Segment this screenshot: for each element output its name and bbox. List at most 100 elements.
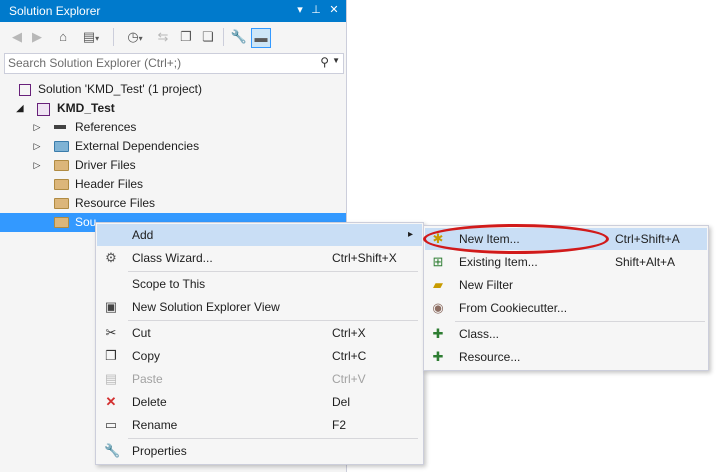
menu-item-label: Copy [132, 349, 161, 363]
menu-item-class[interactable]: ✚ Class... [425, 323, 707, 345]
menu-item-properties[interactable]: 🔧 Properties [97, 440, 422, 462]
menu-item-rename[interactable]: ▭ Rename F2 [97, 414, 422, 436]
references-icon [54, 125, 66, 129]
menu-item-shortcut: Ctrl+V [332, 372, 366, 386]
menu-item-new-filter[interactable]: ▰ New Filter [425, 274, 707, 296]
menu-item-label: Add [132, 228, 154, 242]
menu-item-label: Delete [132, 395, 167, 409]
menu-item-label: Class... [459, 327, 500, 341]
menu-item-paste[interactable]: ▤ Paste Ctrl+V [97, 368, 422, 390]
new-filter-icon: ▰ [433, 277, 443, 292]
delete-icon: ✕ [105, 394, 117, 409]
folder-icon [54, 217, 69, 228]
menu-item-new-solution-explorer-view[interactable]: ▣ New Solution Explorer View [97, 296, 422, 318]
tree-item-references[interactable]: ▷ References [0, 118, 346, 137]
menu-item-existing-item[interactable]: ⊞ Existing Item... Shift+Alt+A [425, 251, 707, 273]
menu-item-delete[interactable]: ✕ Delete Del [97, 391, 422, 413]
context-menu: Add ▸ ⚙ Class Wizard... Ctrl+Shift+X Sco… [95, 222, 424, 465]
folder-icon [54, 160, 69, 171]
history-icon[interactable]: ◷▾ [121, 28, 149, 46]
menu-item-label: Paste [132, 372, 163, 386]
preview-icon[interactable]: ▬ [251, 28, 271, 48]
folder-icon [54, 198, 69, 209]
existing-item-icon: ⊞ [432, 254, 444, 269]
class-icon: ✚ [432, 326, 444, 341]
menu-item-shortcut: F2 [332, 418, 347, 432]
menu-item-scope-to-this[interactable]: Scope to This [97, 273, 422, 295]
menu-item-label: New Solution Explorer View [132, 300, 280, 314]
properties-icon[interactable]: 🔧 [230, 28, 248, 46]
search-options-dropdown-icon[interactable]: ▼ [332, 56, 340, 65]
tree-label-driver-files: Driver Files [75, 158, 136, 172]
collapse-arrow-icon[interactable]: ▷ [32, 118, 42, 137]
menu-item-label: From Cookiecutter... [459, 301, 568, 315]
menu-item-label: Resource... [459, 350, 521, 364]
menu-item-shortcut: Ctrl+X [332, 326, 366, 340]
tree-label-references: References [75, 120, 137, 134]
folder-icon [54, 179, 69, 190]
tree-label-solution: Solution 'KMD_Test' (1 project) [38, 82, 202, 96]
menu-item-add[interactable]: Add ▸ [97, 224, 422, 246]
menu-item-label: Existing Item... [459, 255, 538, 269]
menu-item-shortcut: Del [332, 395, 351, 409]
menu-item-shortcut: Shift+Alt+A [615, 255, 676, 269]
collapse-arrow-icon[interactable]: ▷ [32, 137, 42, 156]
tree-item-solution[interactable]: Solution 'KMD_Test' (1 project) [0, 80, 346, 99]
menu-item-label: Rename [132, 418, 178, 432]
close-icon[interactable]: ✕ [327, 3, 341, 18]
panel-title: Solution Explorer [9, 4, 101, 18]
search-icon[interactable]: ⚲ [320, 55, 329, 69]
home-icon[interactable]: ⌂ [54, 28, 72, 46]
pin-icon[interactable]: ⊥ [309, 3, 323, 18]
collapse-arrow-icon[interactable]: ▷ [32, 156, 42, 175]
search-box[interactable]: ⚲ ▼ [4, 53, 344, 74]
solution-icon [19, 84, 31, 96]
menu-item-resource[interactable]: ✚ Resource... [425, 346, 707, 368]
copy-icon: ❐ [105, 348, 117, 363]
menu-item-label: Properties [132, 444, 187, 458]
search-input[interactable] [8, 55, 308, 71]
resource-icon: ✚ [432, 349, 444, 364]
tree-item-driver-files[interactable]: ▷ Driver Files [0, 156, 346, 175]
tree-label-header-files: Header Files [75, 177, 144, 191]
collapse-all-icon[interactable]: ❐ [178, 28, 194, 46]
sync-icon[interactable]: ⇆ [155, 28, 171, 46]
window-position-dropdown-icon[interactable]: ▾ [293, 3, 307, 18]
menu-item-shortcut: Ctrl+Shift+X [332, 251, 397, 265]
tree-item-external-dependencies[interactable]: ▷ External Dependencies [0, 137, 346, 156]
menu-item-copy[interactable]: ❐ Copy Ctrl+C [97, 345, 422, 367]
scissors-icon: ✂ [105, 325, 117, 340]
back-icon[interactable]: ◀ [10, 28, 24, 46]
class-wizard-icon: ⚙ [105, 250, 117, 265]
menu-item-shortcut: Ctrl+Shift+A [615, 232, 680, 246]
title-bar: Solution Explorer ▾ ⊥ ✕ [0, 0, 346, 22]
tree-item-resource-files[interactable]: Resource Files [0, 194, 346, 213]
new-window-icon: ▣ [104, 299, 118, 314]
expand-arrow-icon[interactable]: ◢ [15, 99, 25, 118]
tree-item-project[interactable]: ◢ KMD_Test [0, 99, 346, 118]
tree-label-source-files: Sou [75, 215, 97, 229]
menu-item-cut[interactable]: ✂ Cut Ctrl+X [97, 322, 422, 344]
show-all-files-icon[interactable]: ❏ [200, 28, 216, 46]
menu-item-shortcut: Ctrl+C [332, 349, 367, 363]
menu-item-label: New Filter [459, 278, 514, 292]
external-dependencies-icon [54, 141, 69, 152]
rename-icon: ▭ [104, 417, 118, 432]
menu-item-class-wizard[interactable]: ⚙ Class Wizard... Ctrl+Shift+X [97, 247, 422, 269]
tree-label-project: KMD_Test [57, 101, 115, 115]
switch-views-icon[interactable]: ▤▾ [79, 28, 103, 46]
toolbar: ◀ ▶ ⌂ ▤▾ ◷▾ ⇆ ❐ ❏ 🔧 ▬ [0, 22, 346, 52]
menu-item-label: Cut [132, 326, 151, 340]
project-icon [37, 103, 50, 116]
menu-item-from-cookiecutter[interactable]: ◉ From Cookiecutter... [425, 297, 707, 319]
tree-label-external-dependencies: External Dependencies [75, 139, 200, 153]
wrench-icon: 🔧 [104, 443, 121, 458]
forward-icon[interactable]: ▶ [30, 28, 44, 46]
cookiecutter-icon: ◉ [432, 300, 444, 315]
annotation-oval [423, 224, 609, 254]
paste-icon: ▤ [104, 371, 118, 386]
tree-item-header-files[interactable]: Header Files [0, 175, 346, 194]
submenu-arrow-icon: ▸ [408, 229, 414, 240]
menu-item-label: Scope to This [132, 277, 206, 291]
menu-item-label: Class Wizard... [132, 251, 213, 265]
